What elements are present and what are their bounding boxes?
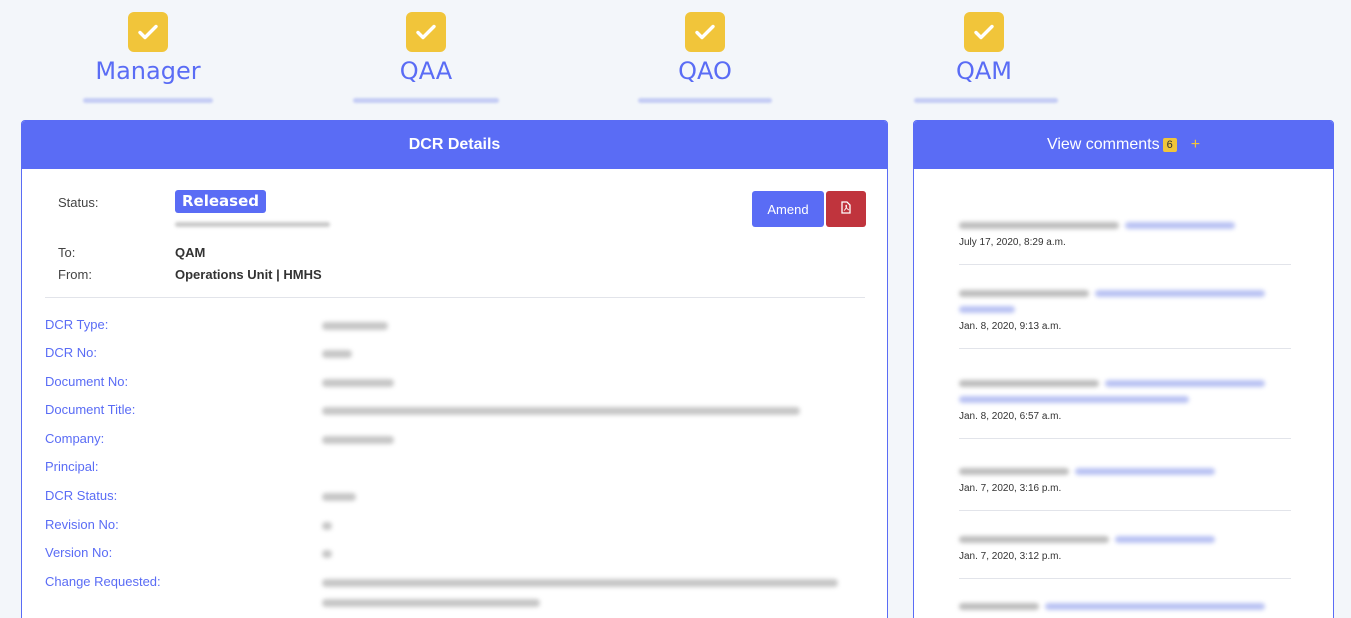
- field-version-no: Version No:: [45, 545, 113, 560]
- from-value: Operations Unit | HMHS: [175, 267, 322, 282]
- details-divider: [45, 297, 865, 298]
- field-value: [322, 493, 356, 501]
- check-icon: [406, 12, 446, 52]
- comment-item: [959, 603, 1291, 610]
- step-qaa: QAA: [346, 12, 506, 103]
- field-document-title: Document Title:: [45, 402, 136, 417]
- comments-card: View comments 6 + July 17, 2020, 8:29 a.…: [913, 120, 1334, 618]
- comment-text: [959, 468, 1291, 475]
- status-label: Status:: [58, 195, 99, 210]
- status-value: Released: [175, 190, 266, 213]
- field-value: [322, 522, 332, 530]
- comment-text: [959, 380, 1291, 387]
- add-comment-icon[interactable]: +: [1191, 136, 1200, 154]
- field-value: [322, 550, 332, 558]
- comment-date: Jan. 8, 2020, 9:13 a.m.: [959, 321, 1062, 332]
- field-change-requested: Change Requested:: [45, 574, 161, 589]
- comment-count-badge: 6: [1162, 138, 1177, 152]
- step-signature: [638, 98, 772, 103]
- field-value: [322, 599, 540, 607]
- field-company: Company:: [45, 431, 105, 446]
- pdf-icon: [840, 201, 852, 217]
- field-value: [322, 436, 394, 444]
- step-signature: [83, 98, 213, 103]
- comment-text: [959, 536, 1291, 543]
- approval-steps: Manager QAA QAO QAM: [0, 0, 1351, 118]
- comment-text: [959, 290, 1291, 297]
- field-document-no: Document No:: [45, 374, 129, 389]
- comment-text: [959, 222, 1291, 229]
- step-label: QAA: [399, 57, 453, 85]
- field-dcr-no: DCR No:: [45, 345, 98, 360]
- field-value: [322, 350, 352, 358]
- comment-date: Jan. 8, 2020, 6:57 a.m.: [959, 411, 1062, 422]
- comment-text-line: [959, 306, 1015, 313]
- amend-button[interactable]: Amend: [752, 191, 824, 227]
- step-label: Manager: [95, 57, 201, 85]
- comment-item: Jan. 8, 2020, 6:57 a.m.: [959, 380, 1291, 439]
- check-icon: [685, 12, 725, 52]
- dcr-details-title: DCR Details: [22, 121, 887, 169]
- comment-date: Jan. 7, 2020, 3:16 p.m.: [959, 483, 1062, 494]
- field-revision-no: Revision No:: [45, 517, 119, 532]
- to-label: To:: [58, 245, 76, 260]
- dcr-details-card: DCR Details Status: Released To: QAM Fro…: [21, 120, 888, 618]
- step-label: QAM: [955, 57, 1012, 85]
- step-signature: [353, 98, 499, 103]
- comments-title: View comments: [1046, 136, 1160, 153]
- field-dcr-status: DCR Status:: [45, 488, 118, 503]
- field-principal: Principal:: [45, 459, 99, 474]
- comment-date: July 17, 2020, 8:29 a.m.: [959, 237, 1066, 248]
- step-qam: QAM: [904, 12, 1064, 103]
- field-value: [322, 322, 388, 330]
- check-icon: [964, 12, 1004, 52]
- step-qao: QAO: [625, 12, 785, 103]
- to-value: QAM: [175, 245, 206, 260]
- step-manager: Manager: [68, 12, 228, 103]
- step-signature: [914, 98, 1058, 103]
- field-value: [322, 379, 394, 387]
- status-badge: Released: [175, 190, 266, 213]
- step-label: QAO: [678, 57, 732, 85]
- pdf-button[interactable]: [826, 191, 866, 227]
- comment-date: Jan. 7, 2020, 3:12 p.m.: [959, 551, 1062, 562]
- comment-item: Jan. 8, 2020, 9:13 a.m.: [959, 290, 1291, 349]
- comments-header[interactable]: View comments 6 +: [914, 121, 1333, 169]
- field-dcr-type: DCR Type:: [45, 317, 109, 332]
- comment-item: Jan. 7, 2020, 3:12 p.m.: [959, 536, 1291, 579]
- comment-text-line: [959, 396, 1189, 403]
- field-value: [322, 407, 800, 415]
- comment-item: Jan. 7, 2020, 3:16 p.m.: [959, 468, 1291, 511]
- check-icon: [128, 12, 168, 52]
- comment-item: July 17, 2020, 8:29 a.m.: [959, 222, 1291, 265]
- status-note: [175, 222, 330, 227]
- from-label: From:: [58, 267, 92, 282]
- comment-text: [959, 603, 1291, 610]
- field-value: [322, 579, 838, 587]
